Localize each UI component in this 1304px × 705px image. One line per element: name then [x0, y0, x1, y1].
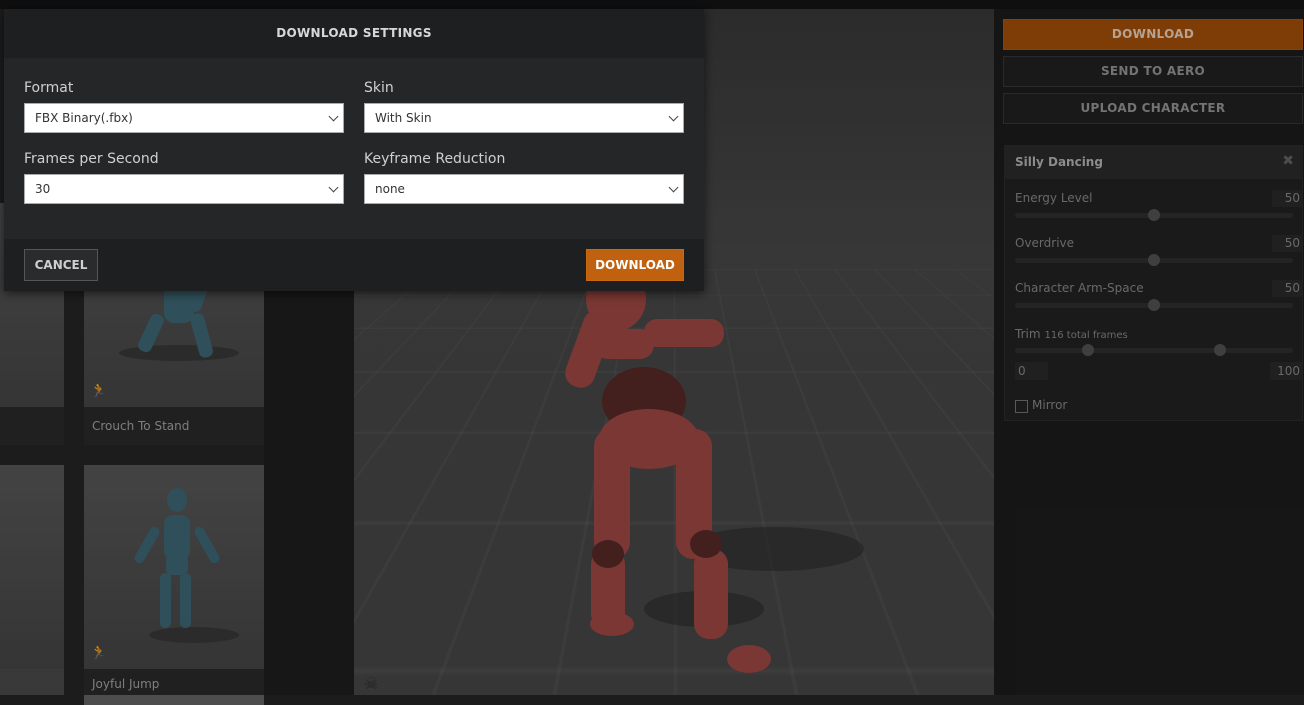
skin-value: With Skin	[375, 111, 432, 125]
dialog-title: DOWNLOAD SETTINGS	[4, 9, 704, 58]
dialog-download-button[interactable]: DOWNLOAD	[586, 249, 684, 281]
keyframe-reduction-value: none	[375, 182, 405, 196]
chevron-down-icon	[668, 182, 679, 193]
fps-value: 30	[35, 182, 51, 196]
keyframe-reduction-label: Keyframe Reduction	[364, 151, 506, 167]
fps-label: Frames per Second	[24, 151, 159, 167]
chevron-down-icon	[328, 182, 339, 193]
format-value: FBX Binary(.fbx)	[35, 111, 133, 125]
keyframe-reduction-select[interactable]: none	[364, 174, 684, 204]
format-label: Format	[24, 80, 74, 96]
download-settings-dialog: DOWNLOAD SETTINGS Format FBX Binary(.fbx…	[4, 9, 704, 291]
format-select[interactable]: FBX Binary(.fbx)	[24, 103, 344, 133]
skin-select[interactable]: With Skin	[364, 103, 684, 133]
chevron-down-icon	[668, 111, 679, 122]
chevron-down-icon	[328, 111, 339, 122]
dialog-footer: CANCEL DOWNLOAD	[4, 239, 704, 291]
cancel-button[interactable]: CANCEL	[24, 249, 98, 281]
skin-label: Skin	[364, 80, 394, 96]
fps-select[interactable]: 30	[24, 174, 344, 204]
